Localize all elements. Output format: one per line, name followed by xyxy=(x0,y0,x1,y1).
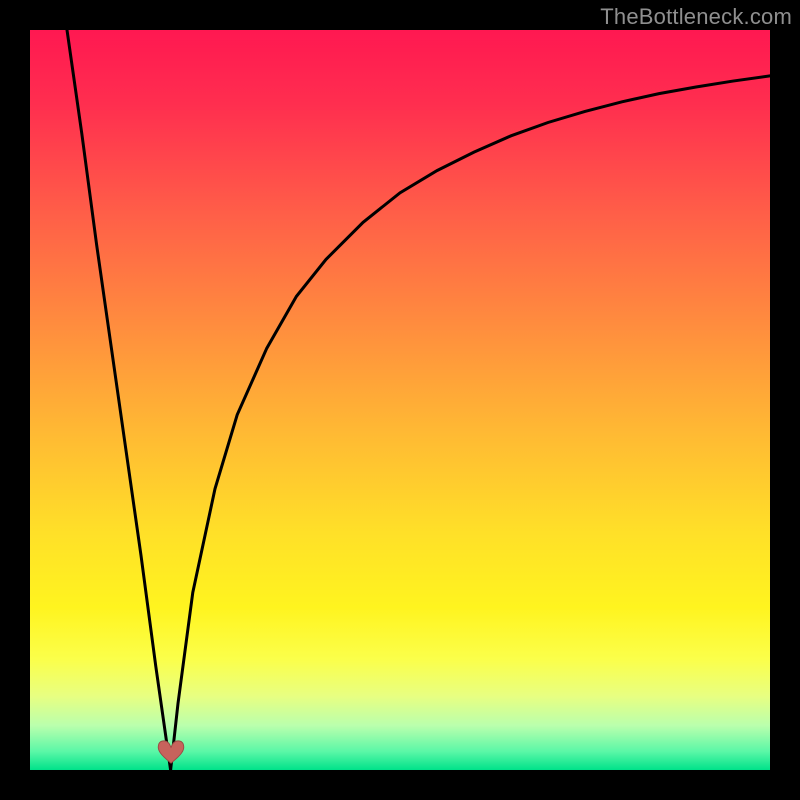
chart-canvas xyxy=(30,30,770,770)
plot-area xyxy=(30,30,770,770)
chart-frame: TheBottleneck.com xyxy=(0,0,800,800)
watermark-label: TheBottleneck.com xyxy=(600,4,792,30)
heart-icon xyxy=(156,739,186,765)
gradient-background xyxy=(30,30,770,770)
